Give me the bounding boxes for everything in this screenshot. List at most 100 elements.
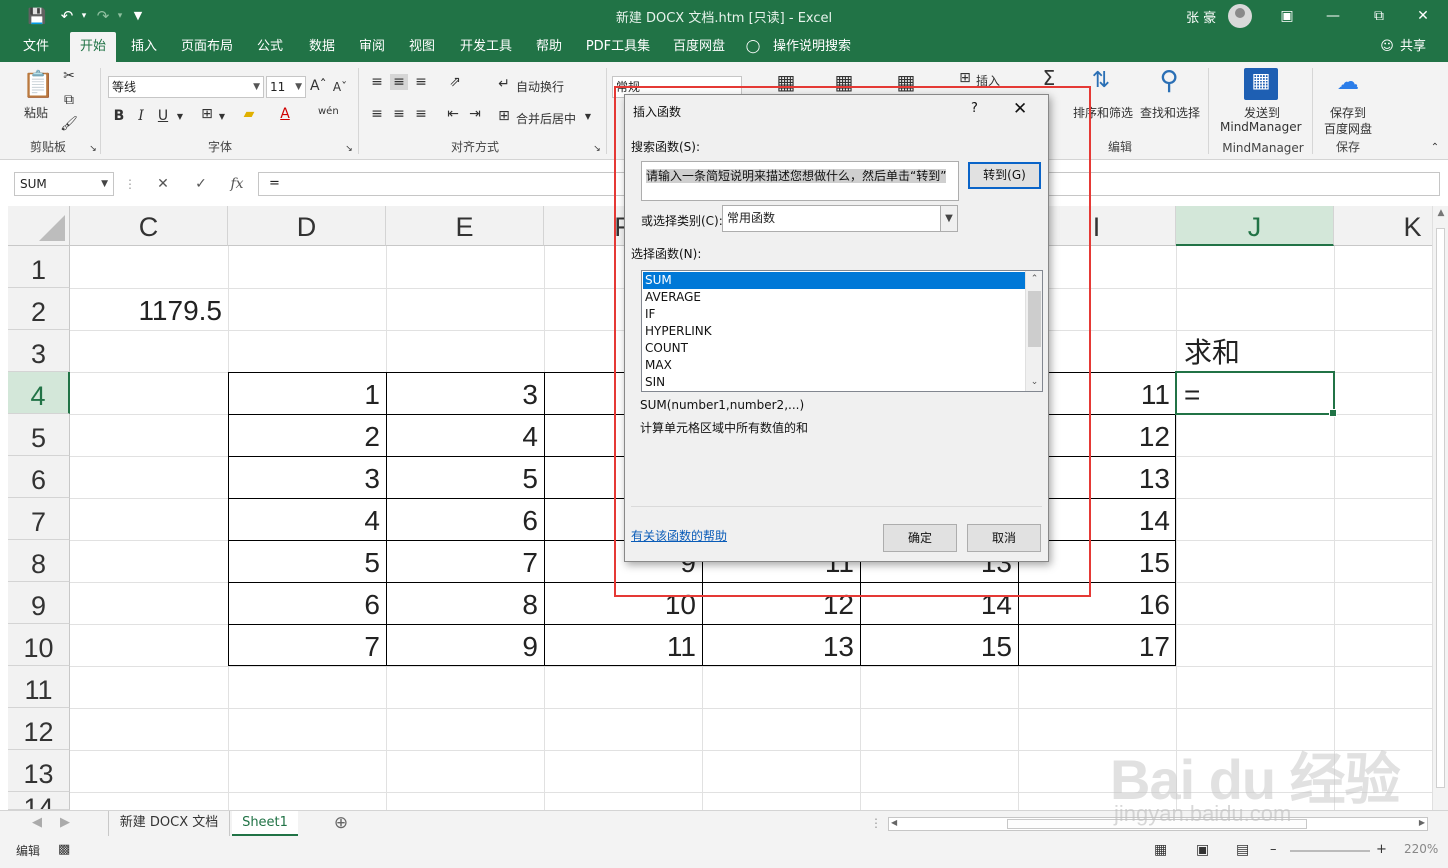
cell-e4[interactable]: 3	[386, 372, 544, 414]
prev-sheet-icon[interactable]: ◀	[30, 811, 44, 836]
page-break-view-icon[interactable]: ▤	[1236, 842, 1249, 858]
cell-f10[interactable]: 11	[544, 624, 702, 666]
font-size-select[interactable]: 11 ▼	[266, 76, 306, 98]
column-header-k[interactable]: K	[1334, 206, 1448, 246]
sheet-tab-docx[interactable]: 新建 DOCX 文档	[108, 811, 230, 836]
decrease-indent-icon[interactable]: ⇤	[444, 106, 462, 122]
decrease-font-icon[interactable]: Aˇ	[332, 80, 348, 94]
tab-home[interactable]: 开始	[70, 32, 116, 62]
tab-file[interactable]: 文件	[14, 32, 58, 62]
normal-view-icon[interactable]: ▦	[1154, 842, 1167, 858]
scroll-left-icon[interactable]: ◀	[891, 818, 897, 827]
search-icon[interactable]: ⚲	[1152, 66, 1186, 100]
format-painter-icon[interactable]: 🖌	[60, 116, 78, 132]
fill-color-icon[interactable]: ▰	[240, 106, 258, 122]
cell-e7[interactable]: 6	[386, 498, 544, 540]
zoom-slider[interactable]	[1290, 850, 1370, 852]
sheet-tab-sheet1[interactable]: Sheet1	[232, 811, 298, 836]
column-header-d[interactable]: D	[228, 206, 386, 246]
wrap-text-label[interactable]: 自动换行	[516, 78, 564, 95]
baidu-disk-label[interactable]: 百度网盘	[1324, 120, 1372, 137]
user-name[interactable]: 张 豪	[1186, 7, 1216, 26]
increase-indent-icon[interactable]: ⇥	[466, 106, 484, 122]
drag-handle-icon[interactable]: ⋮	[870, 811, 882, 836]
cell-e5[interactable]: 4	[386, 414, 544, 456]
add-sheet-icon[interactable]: ⊕	[330, 811, 352, 836]
cancel-formula-icon[interactable]: ✕	[152, 172, 174, 196]
cloud-icon[interactable]: ☁	[1332, 70, 1364, 98]
tab-pdf-tools[interactable]: PDF工具集	[582, 32, 654, 62]
align-right-icon[interactable]: ≡	[412, 106, 430, 122]
borders-icon[interactable]: ⊞	[198, 106, 216, 122]
name-box[interactable]: SUM ▼	[14, 172, 114, 196]
drag-handle-icon[interactable]: ⋮	[124, 172, 136, 196]
scroll-up-icon[interactable]: ▲	[1433, 208, 1448, 218]
row-header-14[interactable]: 14	[8, 792, 70, 810]
orientation-icon[interactable]: ⇗	[444, 74, 466, 90]
increase-font-icon[interactable]: Aˆ	[310, 78, 327, 94]
wrap-text-icon[interactable]: ↵	[496, 76, 512, 92]
zoom-out-icon[interactable]: –	[1270, 842, 1277, 857]
align-middle-icon[interactable]: ≡	[390, 74, 408, 90]
restore-icon[interactable]: ⧉	[1364, 4, 1394, 28]
align-left-icon[interactable]: ≡	[368, 106, 386, 122]
bold-icon[interactable]: B	[112, 108, 126, 124]
cell-e10[interactable]: 9	[386, 624, 544, 666]
minimize-icon[interactable]: —	[1318, 4, 1348, 28]
scroll-thumb[interactable]	[1436, 228, 1445, 788]
zoom-level[interactable]: 220%	[1404, 842, 1438, 856]
cell-d7[interactable]: 4	[228, 498, 386, 540]
insert-function-icon[interactable]: fx	[226, 172, 248, 196]
row-header-9[interactable]: 9	[8, 582, 70, 624]
tab-help[interactable]: 帮助	[528, 32, 570, 62]
column-header-c[interactable]: C	[70, 206, 228, 246]
cell-d6[interactable]: 3	[228, 456, 386, 498]
save-to-label[interactable]: 保存到	[1330, 104, 1366, 121]
align-bottom-icon[interactable]: ≡	[412, 74, 430, 90]
row-header-2[interactable]: 2	[8, 288, 70, 330]
collapse-ribbon-icon[interactable]: ⌃	[1428, 142, 1442, 153]
share-button[interactable]: 共享	[1396, 32, 1430, 62]
cell-h10[interactable]: 15	[860, 624, 1018, 666]
cell-d10[interactable]: 7	[228, 624, 386, 666]
tab-insert[interactable]: 插入	[122, 32, 166, 62]
row-header-10[interactable]: 10	[8, 624, 70, 666]
copy-icon[interactable]: ⧉	[60, 92, 78, 108]
cell-g10[interactable]: 13	[702, 624, 860, 666]
cell-d9[interactable]: 6	[228, 582, 386, 624]
insert-cells-icon[interactable]: ⊞	[956, 70, 974, 86]
chevron-down-icon[interactable]: ▼	[584, 112, 592, 121]
row-header-1[interactable]: 1	[8, 246, 70, 288]
row-header-7[interactable]: 7	[8, 498, 70, 540]
alignment-launcher-icon[interactable]: ↘	[592, 144, 602, 154]
cell-e8[interactable]: 7	[386, 540, 544, 582]
ribbon-display-icon[interactable]: ▣	[1272, 4, 1302, 28]
font-name-select[interactable]: 等线 ▼	[108, 76, 264, 98]
paste-label[interactable]: 粘贴	[24, 104, 48, 121]
tab-developer[interactable]: 开发工具	[454, 32, 518, 62]
font-launcher-icon[interactable]: ↘	[344, 144, 354, 154]
tab-view[interactable]: 视图	[400, 32, 444, 62]
column-header-j[interactable]: J	[1176, 206, 1334, 246]
row-header-6[interactable]: 6	[8, 456, 70, 498]
tab-baidu-disk[interactable]: 百度网盘	[666, 32, 732, 62]
cut-icon[interactable]: ✂	[60, 68, 78, 84]
merge-center-icon[interactable]: ⊞	[496, 108, 512, 124]
column-header-e[interactable]: E	[386, 206, 544, 246]
tab-page-layout[interactable]: 页面布局	[176, 32, 238, 62]
tell-me-search[interactable]: 操作说明搜索	[770, 32, 854, 62]
select-all-corner[interactable]	[8, 206, 70, 246]
row-header-12[interactable]: 12	[8, 708, 70, 750]
merge-center-label[interactable]: 合并后居中	[516, 110, 576, 127]
phonetic-icon[interactable]: wén	[318, 106, 339, 117]
cell-i10[interactable]: 17	[1018, 624, 1176, 666]
next-sheet-icon[interactable]: ▶	[58, 811, 72, 836]
cell-c2[interactable]: 1179.5	[70, 288, 228, 330]
tab-data[interactable]: 数据	[300, 32, 344, 62]
cell-e6[interactable]: 5	[386, 456, 544, 498]
row-header-11[interactable]: 11	[8, 666, 70, 708]
clipboard-launcher-icon[interactable]: ↘	[88, 144, 98, 154]
paste-icon[interactable]: 📋	[22, 70, 54, 102]
close-icon[interactable]: ✕	[1408, 4, 1438, 28]
cell-d5[interactable]: 2	[228, 414, 386, 456]
